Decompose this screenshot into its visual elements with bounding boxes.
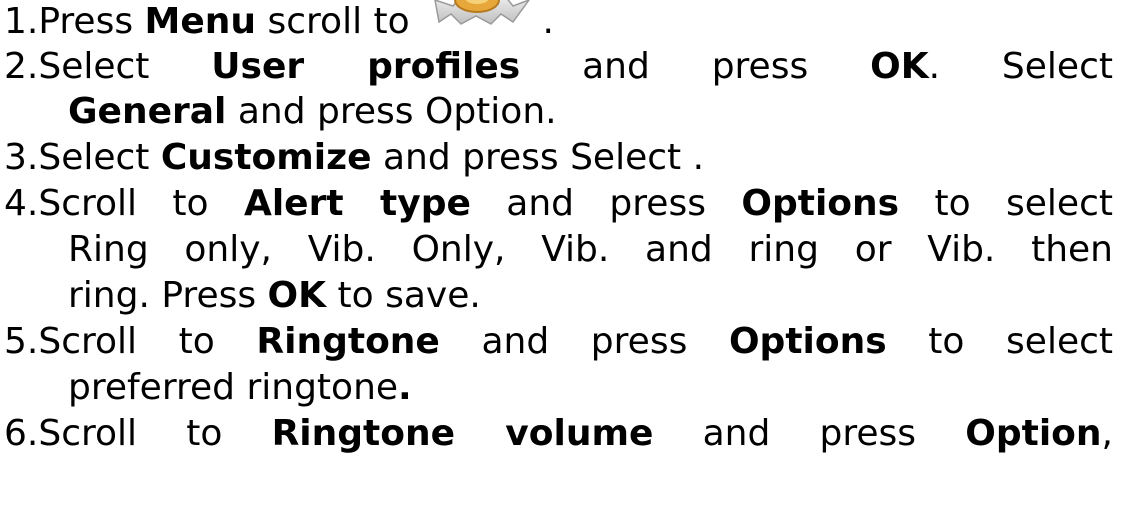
bold-text-run: Option <box>965 413 1102 454</box>
text-run: and press <box>439 321 729 362</box>
instruction-document: 1.Press Menu scroll to . 2.Select User p… <box>0 0 1127 520</box>
text-run: 1.Press <box>4 1 145 42</box>
text-run: , <box>1101 413 1113 454</box>
step-2-line-2: General and press Option. <box>68 92 1113 132</box>
text-run: Ring only, Vib. Only, Vib. and ring or V… <box>68 229 1113 270</box>
bold-text-run: Ringtone <box>256 321 440 362</box>
step-6-line-1: 6.Scroll to Ringtone volume and press Op… <box>4 414 1113 454</box>
bold-text-run: OK <box>267 275 327 316</box>
text-run: 2.Select <box>4 46 212 87</box>
bold-text-run: Menu <box>144 1 257 42</box>
text-run: and press <box>520 46 871 87</box>
step-1-line-1: 1.Press Menu scroll to . <box>4 0 1113 42</box>
text-run: and press Select . <box>371 137 705 178</box>
text-run: . Select <box>928 46 1113 87</box>
text-run: to select <box>899 183 1113 224</box>
text-run: and press <box>653 413 966 454</box>
step-3-line-1: 3.Select Customize and press Select . <box>4 138 1113 178</box>
text-run: 6.Scroll to <box>4 413 272 454</box>
text-run: . <box>531 1 554 42</box>
bold-text-run: . <box>398 367 412 408</box>
bold-text-run: Ringtone volume <box>271 413 654 454</box>
step-4-line-3: ring. Press OK to save. <box>68 276 1113 316</box>
text-run: and press Option. <box>226 91 557 132</box>
bold-text-run: Options <box>741 183 900 224</box>
text-run: ring. Press <box>68 275 268 316</box>
gear-icon <box>421 0 531 42</box>
text-run: and press <box>470 183 742 224</box>
text-run: preferred ringtone <box>68 367 399 408</box>
step-4-line-1: 4.Scroll to Alert type and press Options… <box>4 184 1113 224</box>
bold-text-run: OK <box>870 46 929 87</box>
step-2-line-1: 2.Select User profiles and press OK. Sel… <box>4 47 1113 87</box>
step-5-line-1: 5.Scroll to Ringtone and press Options t… <box>4 322 1113 362</box>
step-4-line-2: Ring only, Vib. Only, Vib. and ring or V… <box>68 230 1113 270</box>
bold-text-run: User profiles <box>211 46 521 87</box>
text-run: 5.Scroll to <box>4 321 257 362</box>
step-5-line-2: preferred ringtone. <box>68 368 1113 408</box>
text-run: scroll to <box>256 1 422 42</box>
text-run: to select <box>886 321 1113 362</box>
bold-text-run: Customize <box>160 137 372 178</box>
bold-text-run: Alert type <box>243 183 471 224</box>
text-run: 3.Select <box>4 137 161 178</box>
text-run: 4.Scroll to <box>4 183 244 224</box>
bold-text-run: General <box>68 91 227 132</box>
text-run: to save. <box>326 275 481 316</box>
bold-text-run: Options <box>728 321 887 362</box>
